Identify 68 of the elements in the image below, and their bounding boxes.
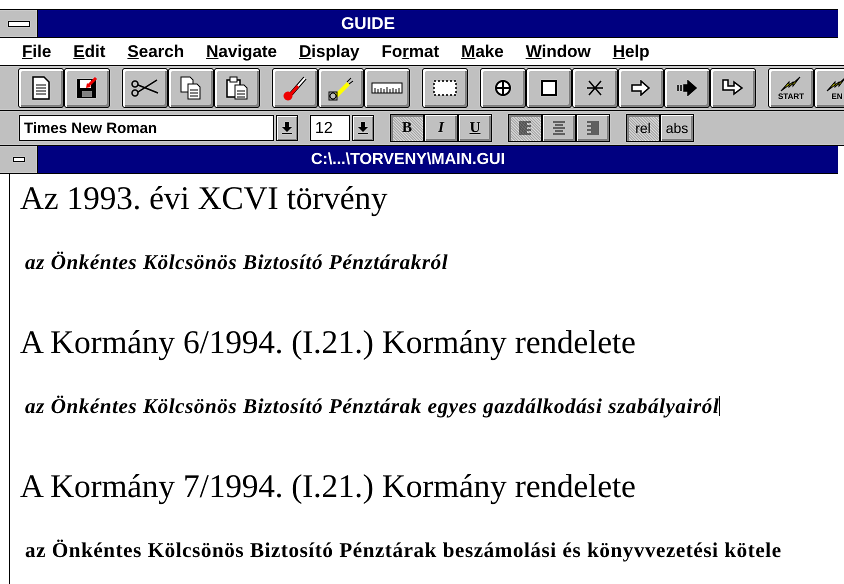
toolbar-button[interactable]: EN: [814, 68, 844, 108]
toolbar-button[interactable]: [168, 68, 214, 108]
toolbar-button[interactable]: START: [768, 68, 814, 108]
menu-item[interactable]: File: [12, 42, 64, 62]
scissors-icon: [130, 78, 160, 98]
thermometer-icon: [281, 74, 309, 102]
system-menu-button[interactable]: [0, 10, 38, 37]
menu-item[interactable]: Display: [289, 42, 372, 62]
style-button[interactable]: B: [390, 114, 424, 142]
down-arrow-icon: [282, 122, 292, 134]
menu-item[interactable]: Make: [451, 42, 516, 62]
toolbar-button[interactable]: [526, 68, 572, 108]
toolbar-button[interactable]: [480, 68, 526, 108]
size-field[interactable]: 12: [310, 115, 350, 141]
menu-item[interactable]: Window: [516, 42, 603, 62]
arrow-icon: [631, 80, 651, 96]
dashed-rectangle-icon: [432, 79, 458, 97]
menu-item[interactable]: Search: [117, 42, 196, 62]
crosshair-icon: [494, 79, 512, 97]
lightning-icon: [780, 76, 802, 92]
document-icon: [31, 76, 51, 100]
toolbar-button[interactable]: [364, 68, 410, 108]
asterisk-icon: [586, 80, 604, 96]
ruler-icon: [371, 81, 403, 95]
toolbar-button[interactable]: [664, 68, 710, 108]
toolbar-button[interactable]: [64, 68, 110, 108]
toolbar-button[interactable]: [572, 68, 618, 108]
text-align-icon: [587, 121, 599, 135]
document-menu-button[interactable]: [0, 146, 38, 173]
font-field[interactable]: Times New Roman: [19, 115, 274, 141]
menu-item[interactable]: Edit: [63, 42, 118, 62]
toolbar-button[interactable]: [272, 68, 318, 108]
down-arrow-icon: [358, 122, 368, 134]
menu-item[interactable]: Navigate: [196, 42, 290, 62]
toolbar-button[interactable]: [318, 68, 364, 108]
align-button[interactable]: [542, 114, 576, 142]
align-button[interactable]: [576, 114, 610, 142]
document-text: Az 1993. évi XCVI törvény: [20, 180, 388, 218]
document-text: A Kormány 7/1994. (I.21.) Kormány rendelete: [20, 468, 636, 506]
toolbar-button[interactable]: [214, 68, 260, 108]
clipboard-icon: [225, 76, 249, 100]
document-text: az Önkéntes Kölcsönös Biztosító Pénztárakról: [25, 250, 448, 274]
unit-button[interactable]: rel: [626, 114, 660, 142]
text-align-icon: [553, 121, 565, 135]
align-button[interactable]: [508, 114, 542, 142]
toolbar-button[interactable]: [710, 68, 756, 108]
document-title: C:\...\TORVENY\MAIN.GUI: [310, 150, 506, 170]
dropdown-button[interactable]: [276, 115, 298, 141]
arrow-icon: [676, 80, 698, 96]
dropdown-button[interactable]: [352, 115, 374, 141]
square-icon: [541, 80, 557, 96]
copy-icon: [180, 76, 202, 100]
document-text: az Önkéntes Kölcsönös Biztosító Pénztárak beszámolási és könyvvezetési kötele: [25, 538, 782, 562]
document-text: az Önkéntes Kölcsönös Biztosító Pénztárak egyes gazdálkodási szabályairól: [25, 394, 720, 418]
style-button[interactable]: U: [458, 114, 492, 142]
toolbar-button[interactable]: [422, 68, 468, 108]
style-button[interactable]: I: [424, 114, 458, 142]
unit-button[interactable]: abs: [660, 114, 694, 142]
menu-item[interactable]: Format: [372, 42, 452, 62]
bent-arrow-icon: [722, 79, 744, 97]
lightning-icon: [826, 76, 844, 92]
document-text: A Kormány 6/1994. (I.21.) Kormány rendelete: [20, 324, 636, 362]
toolbar-button[interactable]: [618, 68, 664, 108]
text-align-icon: [519, 121, 531, 135]
toolbar-button[interactable]: [18, 68, 64, 108]
toolbar-button[interactable]: [122, 68, 168, 108]
menu-item[interactable]: Help: [602, 42, 662, 62]
window-title: GUIDE: [340, 13, 396, 35]
